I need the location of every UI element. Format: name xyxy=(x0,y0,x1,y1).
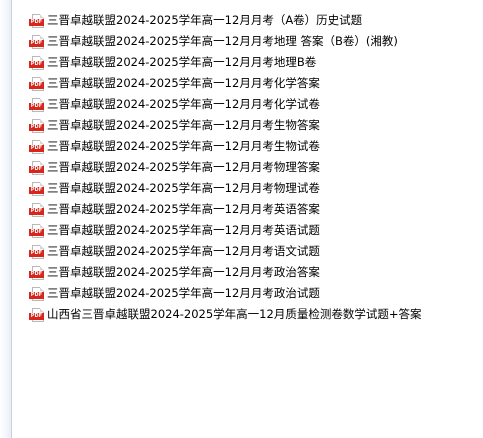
pdf-file-icon: PDF xyxy=(29,139,45,154)
file-explorer-window: PDF 三晋卓越联盟2024-2025学年高一12月月考（A卷）历史试题 PDF… xyxy=(0,0,483,438)
file-name: 三晋卓越联盟2024-2025学年高一12月月考生物答案 xyxy=(47,118,320,132)
pdf-file-icon: PDF xyxy=(29,118,45,133)
file-name: 三晋卓越联盟2024-2025学年高一12月月考英语答案 xyxy=(47,202,320,216)
file-name: 三晋卓越联盟2024-2025学年高一12月月考政治答案 xyxy=(47,265,320,279)
pdf-file-icon: PDF xyxy=(29,76,45,91)
file-item[interactable]: PDF 三晋卓越联盟2024-2025学年高一12月月考物理答案 xyxy=(29,157,479,178)
file-name: 三晋卓越联盟2024-2025学年高一12月月考物理试卷 xyxy=(47,181,320,195)
pdf-file-icon: PDF xyxy=(29,202,45,217)
file-item[interactable]: PDF 三晋卓越联盟2024-2025学年高一12月月考化学答案 xyxy=(29,73,479,94)
window-left-edge xyxy=(0,0,12,438)
pdf-file-icon: PDF xyxy=(29,97,45,112)
file-name: 三晋卓越联盟2024-2025学年高一12月月考英语试题 xyxy=(47,223,320,237)
pdf-file-icon: PDF xyxy=(29,160,45,175)
pdf-file-icon: PDF xyxy=(29,286,45,301)
file-name: 三晋卓越联盟2024-2025学年高一12月月考语文试题 xyxy=(47,244,320,258)
file-item[interactable]: PDF 三晋卓越联盟2024-2025学年高一12月月考政治答案 xyxy=(29,262,479,283)
file-name: 三晋卓越联盟2024-2025学年高一12月月考化学试卷 xyxy=(47,97,320,111)
file-name: 三晋卓越联盟2024-2025学年高一12月月考生物试卷 xyxy=(47,139,320,153)
file-name: 三晋卓越联盟2024-2025学年高一12月月考物理答案 xyxy=(47,160,320,174)
file-name: 三晋卓越联盟2024-2025学年高一12月月考政治试题 xyxy=(47,286,320,300)
pdf-file-icon: PDF xyxy=(29,244,45,259)
file-item[interactable]: PDF 三晋卓越联盟2024-2025学年高一12月月考英语答案 xyxy=(29,199,479,220)
pdf-file-icon: PDF xyxy=(29,55,45,70)
file-item[interactable]: PDF 三晋卓越联盟2024-2025学年高一12月月考英语试题 xyxy=(29,220,479,241)
file-item[interactable]: PDF 山西省三晋卓越联盟2024-2025学年高一12月质量检测卷数学试题+答… xyxy=(29,304,479,325)
file-item[interactable]: PDF 三晋卓越联盟2024-2025学年高一12月月考语文试题 xyxy=(29,241,479,262)
file-name: 三晋卓越联盟2024-2025学年高一12月月考地理 答案（B卷）(湘教) xyxy=(47,34,398,48)
file-item[interactable]: PDF 三晋卓越联盟2024-2025学年高一12月月考生物答案 xyxy=(29,115,479,136)
pdf-file-icon: PDF xyxy=(29,34,45,49)
file-name: 三晋卓越联盟2024-2025学年高一12月月考化学答案 xyxy=(47,76,320,90)
file-item[interactable]: PDF 三晋卓越联盟2024-2025学年高一12月月考地理B卷 xyxy=(29,52,479,73)
file-item[interactable]: PDF 三晋卓越联盟2024-2025学年高一12月月考化学试卷 xyxy=(29,94,479,115)
pdf-file-icon: PDF xyxy=(29,13,45,28)
pdf-file-icon: PDF xyxy=(29,307,45,322)
pdf-file-icon: PDF xyxy=(29,265,45,280)
file-name: 三晋卓越联盟2024-2025学年高一12月月考（A卷）历史试题 xyxy=(47,13,363,27)
file-item[interactable]: PDF 三晋卓越联盟2024-2025学年高一12月月考生物试卷 xyxy=(29,136,479,157)
file-name: 三晋卓越联盟2024-2025学年高一12月月考地理B卷 xyxy=(47,55,317,69)
pdf-file-icon: PDF xyxy=(29,181,45,196)
file-list: PDF 三晋卓越联盟2024-2025学年高一12月月考（A卷）历史试题 PDF… xyxy=(29,10,479,325)
file-item[interactable]: PDF 三晋卓越联盟2024-2025学年高一12月月考（A卷）历史试题 xyxy=(29,10,479,31)
file-name: 山西省三晋卓越联盟2024-2025学年高一12月质量检测卷数学试题+答案 xyxy=(47,307,422,321)
pdf-file-icon: PDF xyxy=(29,223,45,238)
file-item[interactable]: PDF 三晋卓越联盟2024-2025学年高一12月月考政治试题 xyxy=(29,283,479,304)
file-item[interactable]: PDF 三晋卓越联盟2024-2025学年高一12月月考物理试卷 xyxy=(29,178,479,199)
file-item[interactable]: PDF 三晋卓越联盟2024-2025学年高一12月月考地理 答案（B卷）(湘教… xyxy=(29,31,479,52)
